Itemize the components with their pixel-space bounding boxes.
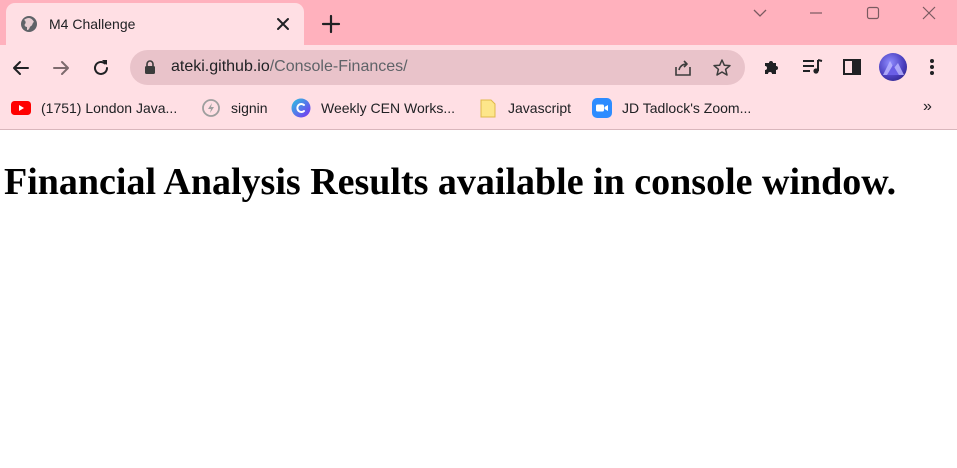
signin-icon — [201, 98, 221, 118]
forward-arrow-icon[interactable] — [47, 54, 75, 82]
address-bar[interactable]: ateki.github.io/Console-Finances/ — [130, 50, 745, 85]
canva-icon — [291, 98, 311, 118]
tab-search-chevron-icon[interactable] — [734, 0, 786, 26]
bookmark-label: (1751) London Java... — [41, 100, 178, 116]
bookmark-item[interactable]: signin — [201, 98, 268, 118]
side-panel-icon[interactable] — [841, 56, 863, 78]
url-path: /Console-Finances/ — [269, 58, 408, 75]
browser-toolbar: ateki.github.io/Console-Finances/ — [0, 45, 957, 90]
tab-title: M4 Challenge — [49, 16, 136, 32]
tab-active[interactable]: M4 Challenge — [6, 3, 304, 45]
bookmark-folder[interactable]: Javascript — [478, 98, 571, 118]
bookmark-star-icon[interactable] — [712, 58, 732, 78]
minimize-icon[interactable] — [790, 0, 842, 26]
youtube-icon — [11, 98, 31, 118]
zoom-icon — [592, 98, 612, 118]
close-tab-icon[interactable] — [274, 15, 292, 33]
close-window-icon[interactable] — [903, 0, 955, 26]
reload-icon[interactable] — [87, 54, 115, 82]
globe-icon — [20, 15, 38, 33]
bookmark-item[interactable]: JD Tadlock's Zoom... — [592, 98, 751, 118]
back-arrow-icon[interactable] — [7, 54, 35, 82]
bookmark-item[interactable]: (1751) London Java... — [11, 98, 177, 118]
extensions-puzzle-icon[interactable] — [761, 56, 783, 78]
bookmarks-bar: (1751) London Java... signin Weekly CEN … — [0, 90, 957, 130]
folder-icon — [478, 98, 498, 118]
lock-icon[interactable] — [144, 60, 156, 80]
media-queue-icon[interactable] — [801, 56, 823, 78]
new-tab-button[interactable] — [318, 11, 344, 37]
tab-strip: M4 Challenge — [0, 0, 957, 45]
bookmark-label: Javascript — [508, 100, 572, 116]
bookmark-item[interactable]: Weekly CEN Works... — [291, 98, 455, 118]
menu-kebab-icon[interactable] — [921, 56, 943, 78]
bookmarks-overflow-button[interactable]: » — [923, 98, 932, 116]
url-text[interactable]: ateki.github.io/Console-Finances/ — [171, 58, 408, 76]
bookmark-label: Weekly CEN Works... — [321, 100, 456, 116]
bookmark-label: signin — [231, 100, 268, 116]
maximize-icon[interactable] — [847, 0, 899, 26]
url-host: ateki.github.io — [171, 58, 270, 75]
share-icon[interactable] — [673, 58, 693, 78]
page-heading: Financial Analysis Results available in … — [4, 161, 897, 203]
bookmark-label: JD Tadlock's Zoom... — [622, 100, 752, 116]
profile-avatar[interactable] — [879, 53, 907, 81]
